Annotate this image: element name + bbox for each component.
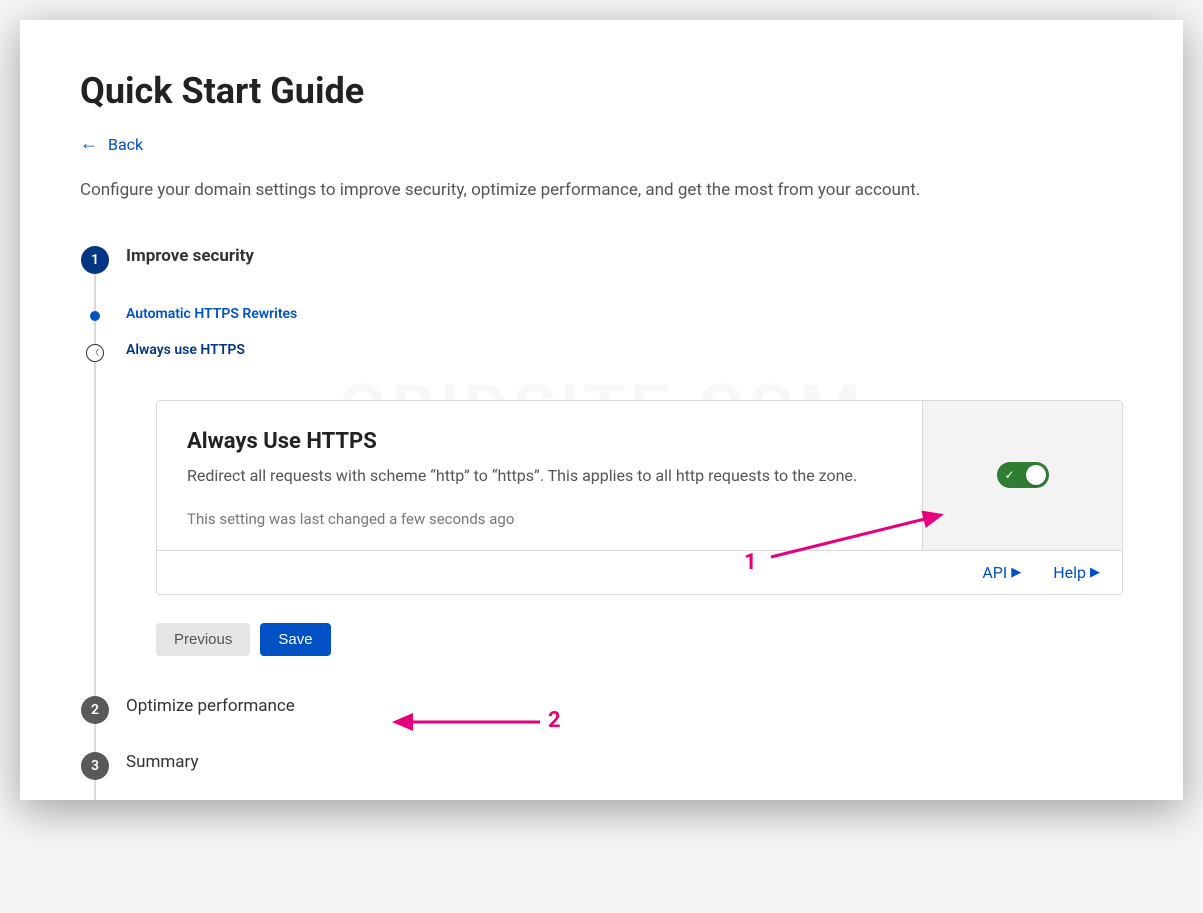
check-icon: ✓ — [1005, 468, 1015, 482]
substep-auto-https-rewrites[interactable]: Automatic HTTPS Rewrites — [110, 306, 297, 322]
card-description: Redirect all requests with scheme “http”… — [187, 464, 892, 488]
substep-always-use-https[interactable]: Always use HTTPS — [110, 342, 245, 358]
step-2-marker: 2 — [81, 696, 109, 724]
caret-right-icon: ▶ — [1090, 565, 1100, 580]
card-meta: This setting was last changed a few seco… — [187, 510, 892, 528]
substep-dot-icon — [90, 311, 100, 321]
previous-button[interactable]: Previous — [156, 623, 250, 656]
chevron-left-icon[interactable]: 〈 — [86, 344, 104, 362]
page-title: Quick Start Guide — [80, 70, 1123, 112]
step-2-label: Optimize performance — [110, 696, 295, 716]
back-label: Back — [108, 135, 143, 154]
step-content: Always Use HTTPS Redirect all requests w… — [110, 362, 1123, 676]
api-link[interactable]: API ▶ — [982, 563, 1021, 582]
save-button[interactable]: Save — [260, 623, 330, 656]
quick-start-window: ORIDSITE.COM Quick Start Guide ← Back Co… — [20, 20, 1183, 800]
back-link[interactable]: ← Back — [80, 135, 143, 154]
step-3-label: Summary — [110, 752, 198, 772]
step-3-marker: 3 — [81, 752, 109, 780]
steps-container: 1 Improve security Automatic HTTPS Rewri… — [80, 246, 1123, 780]
step-1-marker: 1 — [81, 246, 109, 274]
toggle-knob — [1026, 465, 1046, 485]
caret-right-icon: ▶ — [1011, 565, 1021, 580]
page-description: Configure your domain settings to improv… — [80, 180, 1123, 200]
step-1-label: Improve security — [110, 246, 254, 266]
card-title: Always Use HTTPS — [187, 429, 892, 454]
help-link[interactable]: Help ▶ — [1053, 563, 1100, 582]
always-use-https-card: Always Use HTTPS Redirect all requests w… — [156, 400, 1123, 595]
always-use-https-toggle[interactable]: ✓ — [997, 462, 1049, 488]
arrow-left-icon: ← — [80, 135, 98, 153]
